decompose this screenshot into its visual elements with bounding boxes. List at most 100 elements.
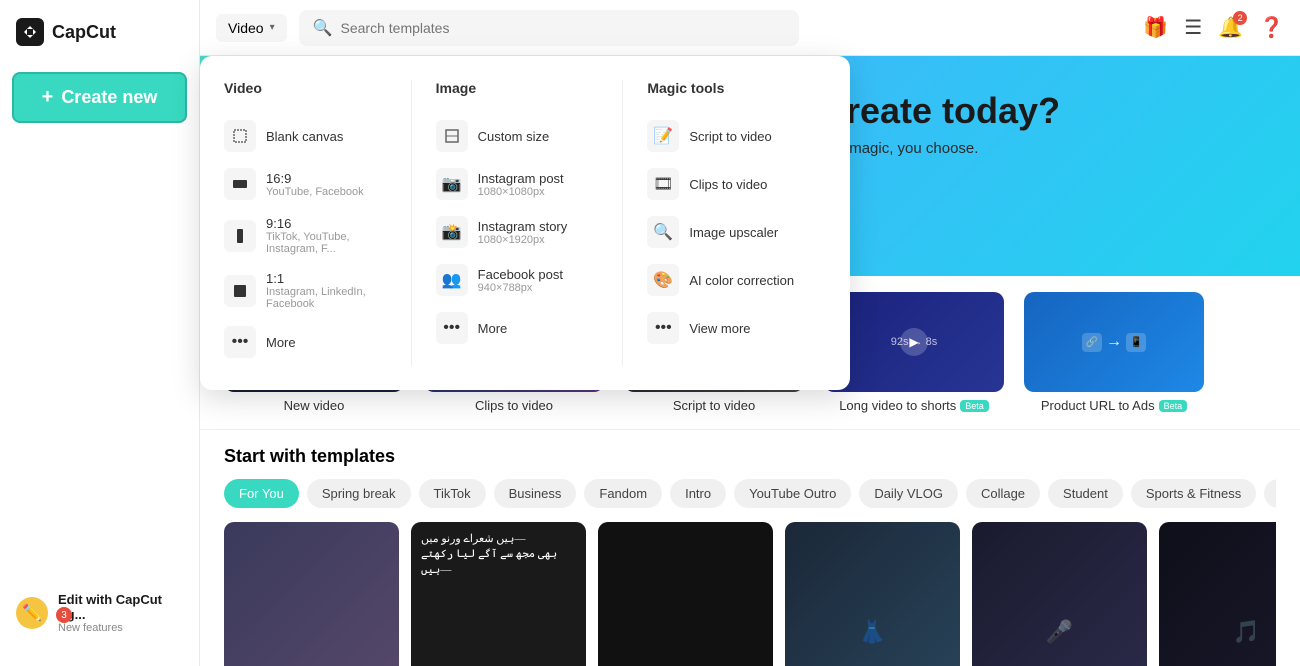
template-tab-collage[interactable]: Collage bbox=[966, 479, 1040, 508]
templates-title: Start with templates bbox=[224, 446, 1276, 467]
9-16-icon bbox=[224, 220, 256, 252]
dropdown-custom-size[interactable]: Custom size bbox=[436, 112, 599, 160]
dropdown-instagram-post[interactable]: 📷 Instagram post 1080×1080px bbox=[436, 160, 599, 208]
templates-section: Start with templates For You Spring brea… bbox=[200, 430, 1300, 666]
dropdown-video-more[interactable]: ••• More bbox=[224, 318, 387, 366]
template-card[interactable]: 🎵 bbox=[1159, 522, 1276, 666]
beta-badge-long: Beta bbox=[960, 400, 989, 412]
template-card[interactable]: 👗 bbox=[785, 522, 960, 666]
custom-size-text: Custom size bbox=[478, 129, 550, 144]
edit-promo-banner[interactable]: ✏️ 3 Edit with CapCut rig... New feature… bbox=[0, 580, 200, 646]
1-1-icon bbox=[224, 275, 256, 307]
gift-icon[interactable]: 🎁 bbox=[1143, 15, 1168, 40]
product-url-label: Product URL to Ads bbox=[1041, 398, 1155, 413]
long-video-label-row: Long video to shorts Beta bbox=[839, 398, 989, 413]
facebook-post-sub: 940×788px bbox=[478, 282, 563, 294]
template-tab-tiktok[interactable]: TikTok bbox=[419, 479, 486, 508]
16-9-text: 16:9 YouTube, Facebook bbox=[266, 171, 364, 198]
storage-icon[interactable]: ☰ bbox=[1184, 15, 1202, 40]
dropdown-magic-title: Magic tools bbox=[647, 80, 810, 96]
magic-script-label: Script to video bbox=[689, 129, 771, 144]
topbar: Video ▾ 🔍 🎁 ☰ 🔔 2 ❓ bbox=[200, 0, 1300, 56]
template-tab-slideshow[interactable]: Slideshow bbox=[1264, 479, 1276, 508]
magic-upscaler-icon: 🔍 bbox=[647, 216, 679, 248]
instagram-story-sub: 1080×1920px bbox=[478, 234, 568, 246]
search-input[interactable] bbox=[341, 20, 785, 36]
more-magic-label: View more bbox=[689, 321, 750, 336]
magic-color-icon: 🎨 bbox=[647, 264, 679, 296]
template-tab-sports[interactable]: Sports & Fitness bbox=[1131, 479, 1256, 508]
play-icon: ▶ bbox=[900, 328, 928, 356]
custom-size-label: Custom size bbox=[478, 129, 550, 144]
new-video-label: New video bbox=[284, 398, 345, 413]
dropdown-16-9[interactable]: 16:9 YouTube, Facebook bbox=[224, 160, 387, 208]
capcut-logo-icon bbox=[16, 18, 44, 46]
blank-canvas-label: Blank canvas bbox=[266, 129, 343, 144]
facebook-post-label: Facebook post bbox=[478, 267, 563, 282]
script-to-video-label: Script to video bbox=[673, 398, 755, 413]
dropdown-image-more[interactable]: ••• More bbox=[436, 304, 599, 352]
9-16-label: 9:16 bbox=[266, 216, 387, 231]
divider-2 bbox=[622, 80, 623, 366]
template-tab-business[interactable]: Business bbox=[494, 479, 577, 508]
help-icon[interactable]: ❓ bbox=[1259, 15, 1284, 40]
16-9-sub: YouTube, Facebook bbox=[266, 186, 364, 198]
notification-icon[interactable]: 🔔 2 bbox=[1218, 15, 1243, 40]
search-icon: 🔍 bbox=[313, 18, 333, 38]
tool-long-video-to-shorts[interactable]: 92s → 8s ▶ Long video to shorts Beta bbox=[824, 292, 1004, 413]
template-card[interactable]: 🎤 bbox=[972, 522, 1147, 666]
promo-notification-badge: 3 bbox=[56, 607, 72, 623]
dropdown-clips-to-video[interactable]: 🎞 Clips to video bbox=[647, 160, 810, 208]
dropdown-magic-col: Magic tools 📝 Script to video 🎞 Clips to… bbox=[631, 80, 826, 366]
edit-promo-title: Edit with CapCut rig... bbox=[58, 592, 184, 622]
create-dropdown: Video Blank canvas 16:9 YouTube, Faceboo… bbox=[200, 56, 850, 390]
1-1-label: 1:1 bbox=[266, 271, 387, 286]
create-new-button[interactable]: + Create new bbox=[12, 72, 187, 123]
template-card[interactable]: 👤 bbox=[224, 522, 399, 666]
create-new-label: Create new bbox=[61, 87, 157, 108]
facebook-post-icon: 👥 bbox=[436, 264, 468, 296]
dropdown-script-to-video[interactable]: 📝 Script to video bbox=[647, 112, 810, 160]
template-tab-fandom[interactable]: Fandom bbox=[584, 479, 662, 508]
tool-product-url[interactable]: 🔗 → 📱 Product URL to Ads Beta bbox=[1024, 292, 1204, 413]
dropdown-image-title: Image bbox=[436, 80, 599, 96]
media-type-dropdown[interactable]: Video ▾ bbox=[216, 14, 287, 42]
more-image-icon: ••• bbox=[436, 312, 468, 344]
product-url-label-row: Product URL to Ads Beta bbox=[1041, 398, 1187, 413]
edit-promo-subtitle: New features bbox=[58, 622, 184, 634]
template-tab-student[interactable]: Student bbox=[1048, 479, 1123, 508]
dropdown-ai-color[interactable]: 🎨 AI color correction bbox=[647, 256, 810, 304]
dropdown-facebook-post[interactable]: 👥 Facebook post 940×788px bbox=[436, 256, 599, 304]
template-card[interactable] bbox=[598, 522, 773, 666]
template-tabs: For You Spring break TikTok Business Fan… bbox=[224, 479, 1276, 508]
instagram-story-text: Instagram story 1080×1920px bbox=[478, 219, 568, 246]
template-tab-for-you[interactable]: For You bbox=[224, 479, 299, 508]
media-type-label: Video bbox=[228, 20, 264, 36]
template-card[interactable]: ہیں شعراے ورنو میں—بھی مجھ سے آگے لیا رک… bbox=[411, 522, 586, 666]
16-9-icon bbox=[224, 168, 256, 200]
logo[interactable]: CapCut bbox=[0, 0, 199, 64]
blank-canvas-icon bbox=[224, 120, 256, 152]
dropdown-9-16[interactable]: 9:16 TikTok, YouTube, Instagram, F... bbox=[224, 208, 387, 263]
template-tab-spring-break[interactable]: Spring break bbox=[307, 479, 411, 508]
dropdown-1-1[interactable]: 1:1 Instagram, LinkedIn, Facebook bbox=[224, 263, 387, 318]
more-video-icon: ••• bbox=[224, 326, 256, 358]
9-16-text: 9:16 TikTok, YouTube, Instagram, F... bbox=[266, 216, 387, 255]
dropdown-image-upscaler[interactable]: 🔍 Image upscaler bbox=[647, 208, 810, 256]
dropdown-video-title: Video bbox=[224, 80, 387, 96]
magic-upscaler-label: Image upscaler bbox=[689, 225, 778, 240]
search-bar[interactable]: 🔍 bbox=[299, 10, 799, 46]
16-9-label: 16:9 bbox=[266, 171, 364, 186]
custom-size-icon bbox=[436, 120, 468, 152]
template-grid: 👤 ہیں شعراے ورنو میں—بھی مجھ سے آگے لیا … bbox=[224, 522, 1276, 666]
template-tab-youtube-outro[interactable]: YouTube Outro bbox=[734, 479, 851, 508]
1-1-text: 1:1 Instagram, LinkedIn, Facebook bbox=[266, 271, 387, 310]
template-tab-daily-vlog[interactable]: Daily VLOG bbox=[859, 479, 958, 508]
1-1-sub: Instagram, LinkedIn, Facebook bbox=[266, 286, 387, 310]
dropdown-magic-more[interactable]: ••• View more bbox=[647, 304, 810, 352]
more-video-label: More bbox=[266, 335, 296, 350]
dropdown-blank-canvas[interactable]: Blank canvas bbox=[224, 112, 387, 160]
dropdown-image-col: Image Custom size 📷 Instagram post 1080×… bbox=[420, 80, 615, 366]
dropdown-instagram-story[interactable]: 📸 Instagram story 1080×1920px bbox=[436, 208, 599, 256]
template-tab-intro[interactable]: Intro bbox=[670, 479, 726, 508]
